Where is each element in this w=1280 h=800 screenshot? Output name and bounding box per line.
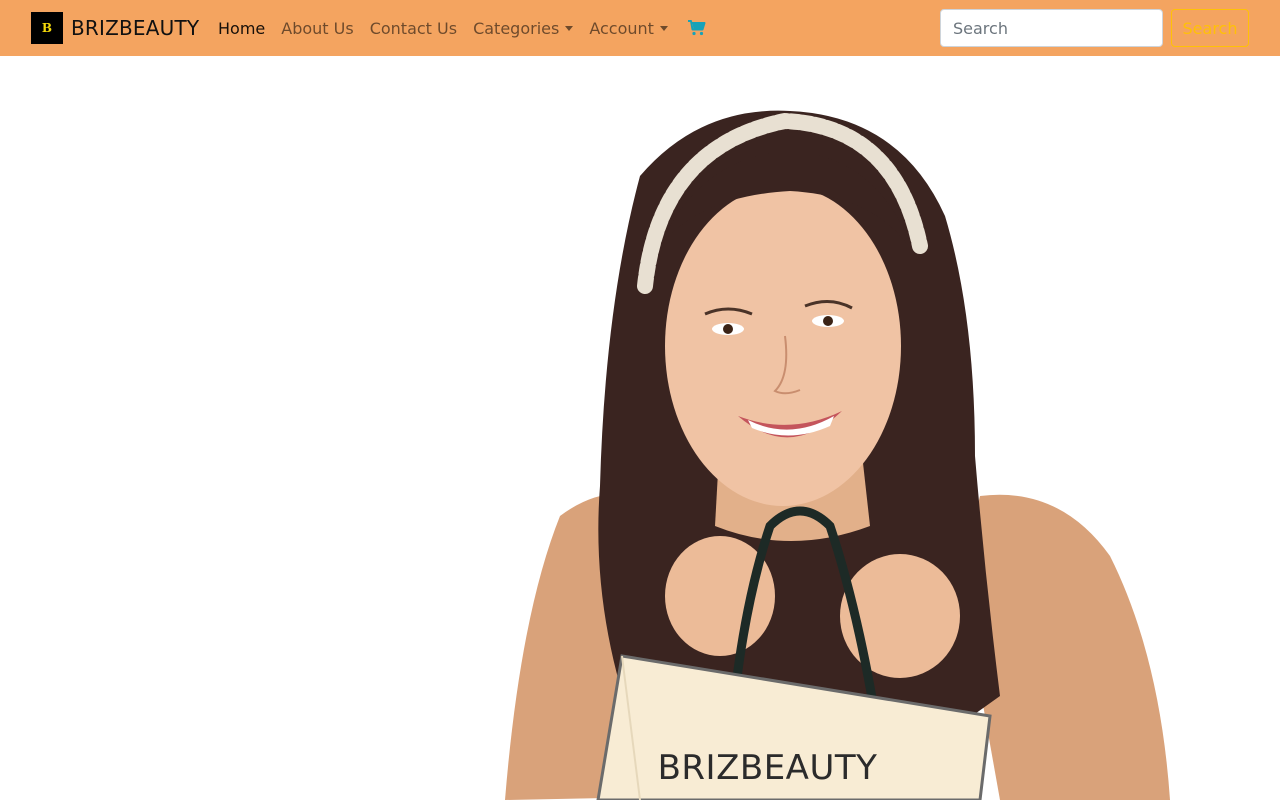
nav-account-label: Account (589, 18, 654, 38)
caret-down-icon (565, 25, 574, 31)
caret-down-icon (659, 25, 668, 31)
main-nav: Home About Us Contact Us Categories Acco… (210, 0, 714, 56)
search-input[interactable] (940, 9, 1163, 47)
brand-name: BRIZBEAUTY (71, 16, 200, 40)
search-button[interactable]: Search (1171, 9, 1249, 47)
brand-link[interactable]: B BRIZBEAUTY (31, 12, 199, 44)
nav-about-us[interactable]: About Us (273, 19, 361, 38)
brand-logo: B (31, 12, 63, 44)
nav-categories-label: Categories (473, 18, 560, 38)
cart-link[interactable] (680, 20, 714, 36)
nav-home[interactable]: Home (210, 19, 273, 38)
shopping-cart-icon (687, 20, 706, 36)
hero-image (505, 110, 1170, 800)
hero-banner: BRIZBEAUTY (0, 56, 1280, 800)
hero-caption: BRIZBEAUTY (657, 748, 878, 788)
brand-logo-letter: B (41, 21, 53, 35)
navbar: B BRIZBEAUTY Home About Us Contact Us Ca… (0, 0, 1280, 56)
nav-contact-us[interactable]: Contact Us (362, 19, 465, 38)
nav-account-dropdown[interactable]: Account (581, 19, 676, 38)
nav-categories-dropdown[interactable]: Categories (465, 19, 581, 38)
